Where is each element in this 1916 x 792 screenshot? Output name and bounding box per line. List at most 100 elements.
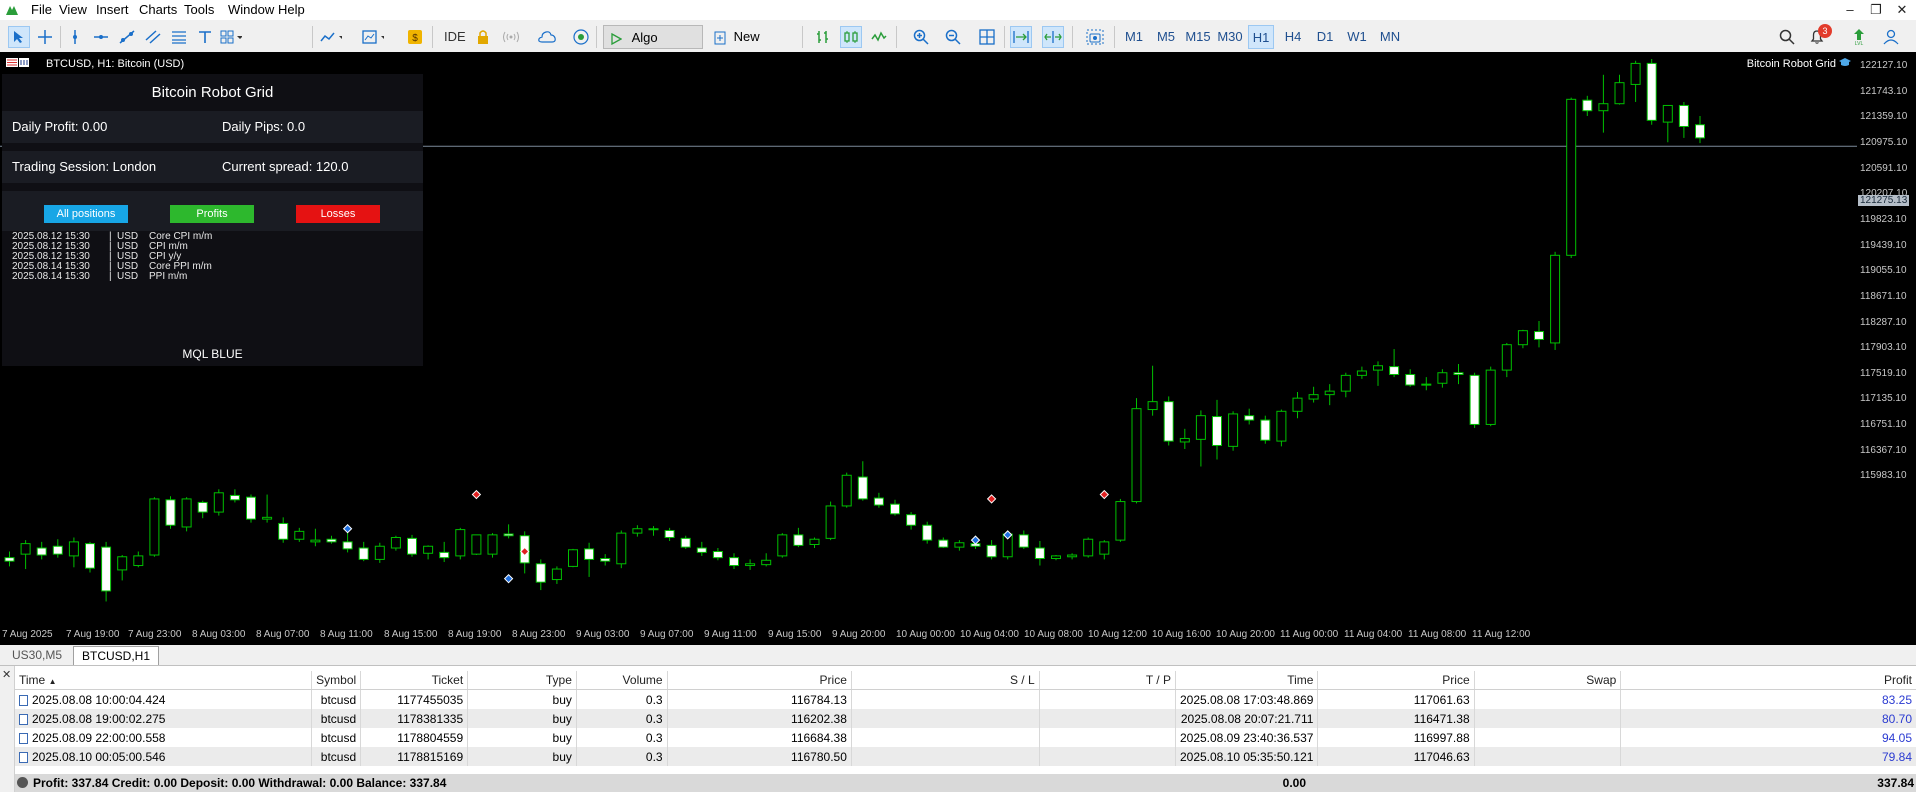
profits-button[interactable]: Profits [170, 205, 254, 223]
indicators-icon[interactable] [320, 26, 342, 48]
column-header[interactable]: Price [667, 671, 852, 690]
minimize-icon[interactable]: – [1840, 1, 1860, 19]
chart-window[interactable]: BTCUSD, H1: Bitcoin (USD) Bitcoin Robot … [0, 52, 1916, 645]
candle-body [1099, 541, 1110, 555]
templates-icon[interactable] [362, 26, 384, 48]
column-header[interactable]: Ticket [360, 671, 469, 690]
table-row[interactable]: 2025.08.08 19:00:02.275 btcusd 1178381335 b… [15, 709, 1916, 728]
channel-icon[interactable] [142, 26, 164, 48]
tab-btcusd[interactable]: BTCUSD,H1 [73, 646, 160, 665]
column-header[interactable]: S / L [851, 671, 1040, 690]
table-row[interactable]: 2025.08.09 22:00:00.558 btcusd 1178804559 b… [15, 728, 1916, 747]
autoscroll-icon[interactable] [1010, 26, 1032, 48]
candle [1646, 59, 1657, 125]
column-header[interactable]: Type [467, 671, 577, 690]
candle [729, 553, 739, 570]
timeframe-h4[interactable]: H4 [1280, 25, 1306, 49]
candle-body [181, 498, 192, 528]
ea-hat-icon[interactable] [1838, 56, 1852, 68]
menu-tools[interactable]: Tools [184, 2, 214, 18]
algo-trading-button[interactable]: Algo Trading [603, 25, 703, 69]
menu-help[interactable]: Help [278, 2, 305, 18]
candle-body [873, 497, 884, 506]
cursor-icon[interactable] [8, 26, 30, 48]
losses-button[interactable]: Losses [296, 205, 380, 223]
menu-view[interactable]: View [59, 2, 87, 18]
screenshot-icon[interactable] [1084, 26, 1106, 48]
column-header[interactable]: Time ▲ [15, 671, 313, 690]
candlestick-icon[interactable] [840, 26, 862, 48]
table-row[interactable]: 2025.08.10 00:05:00.546 btcusd 1178815169 b… [15, 747, 1916, 766]
candle-body [439, 551, 450, 559]
table-cell: btcusd [311, 728, 362, 747]
column-header[interactable]: Time [1175, 671, 1319, 690]
line-chart-icon[interactable] [868, 26, 890, 48]
horizontal-line-icon[interactable] [90, 26, 112, 48]
menu-insert[interactable]: Insert [96, 2, 129, 18]
column-header[interactable]: Symbol [311, 671, 362, 690]
timeframe-m5[interactable]: M5 [1154, 25, 1178, 49]
close-toolbox-icon[interactable]: ✕ [2, 668, 11, 681]
signal-icon[interactable] [500, 26, 522, 48]
candle-body [1292, 397, 1303, 412]
level-icon[interactable]: LVL [1848, 26, 1870, 48]
menu-window[interactable]: Window [228, 2, 274, 18]
search-icon[interactable] [1776, 26, 1798, 48]
new-order-button[interactable]: New Order [708, 25, 796, 68]
timeframe-d1[interactable]: D1 [1312, 25, 1338, 49]
column-header[interactable]: Price [1317, 671, 1475, 690]
timeframe-m15[interactable]: M15 [1184, 25, 1212, 49]
lock-bag-icon[interactable] [472, 26, 494, 48]
column-header[interactable]: Swap [1474, 671, 1622, 690]
timeframe-m30[interactable]: M30 [1216, 25, 1244, 49]
column-header[interactable]: Volume [576, 671, 668, 690]
timeframe-w1[interactable]: W1 [1344, 25, 1370, 49]
column-header[interactable]: Profit [1620, 671, 1916, 690]
restore-icon[interactable]: ❐ [1866, 1, 1886, 19]
candle [1115, 498, 1126, 542]
candle [825, 501, 836, 541]
ea-panel: Bitcoin Robot Grid Daily Profit: 0.00 Da… [2, 74, 423, 366]
close-icon[interactable]: ✕ [1892, 1, 1912, 19]
tile-windows-icon[interactable] [976, 26, 998, 48]
all-positions-button[interactable]: All positions [44, 205, 128, 223]
chart-shift-icon[interactable] [1042, 26, 1064, 48]
candle [1308, 386, 1319, 403]
bar-chart-icon[interactable] [812, 26, 834, 48]
fibonacci-icon[interactable] [168, 26, 190, 48]
zoom-out-icon[interactable] [942, 26, 964, 48]
metatrader-logo-icon [6, 6, 18, 15]
table-cell [1039, 728, 1176, 747]
candle [68, 537, 79, 568]
candle-body [455, 529, 466, 557]
cloud-icon[interactable] [536, 26, 558, 48]
candle-body [1485, 369, 1496, 425]
candle [1630, 60, 1641, 102]
menu-file[interactable]: File [31, 2, 52, 18]
account-icon[interactable] [1880, 26, 1902, 48]
time-axis-label: 8 Aug 23:00 [512, 629, 566, 640]
news-list: 2025.08.12 15:30 | USD Core CPI m/m 2025.08.… [12, 232, 212, 282]
table-cell: btcusd [311, 709, 362, 728]
text-tool-icon[interactable] [194, 26, 216, 48]
candle-body [1453, 372, 1464, 375]
zoom-in-icon[interactable] [910, 26, 932, 48]
timeframe-m1[interactable]: M1 [1122, 25, 1146, 49]
candle-body [246, 496, 256, 520]
candle [407, 534, 417, 557]
market-icon[interactable]: $ [404, 26, 426, 48]
crosshair-icon[interactable] [34, 26, 56, 48]
trendline-icon[interactable] [116, 26, 138, 48]
timeframe-mn[interactable]: MN [1376, 25, 1404, 49]
menu-charts[interactable]: Charts [139, 2, 177, 18]
vps-icon[interactable] [570, 26, 592, 48]
ea-name-label: Bitcoin Robot Grid [1746, 58, 1836, 70]
timeframe-h1[interactable]: H1 [1248, 25, 1274, 49]
vertical-line-icon[interactable] [64, 26, 86, 48]
shapes-icon[interactable] [220, 26, 242, 48]
tab-us30[interactable]: US30,M5 [4, 646, 70, 664]
column-header[interactable]: T / P [1039, 671, 1176, 690]
table-row[interactable]: 2025.08.08 10:00:04.424 btcusd 1177455035 b… [15, 689, 1916, 709]
candle [1324, 384, 1335, 406]
ide-label[interactable]: IDE [444, 26, 466, 48]
